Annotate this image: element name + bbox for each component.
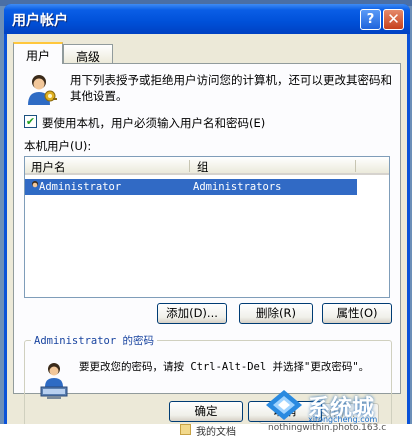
require-login-label[interactable]: 要使用本机，用户必须输入用户名和密码(E)	[42, 115, 265, 131]
tab-advanced[interactable]: 高级	[63, 44, 113, 64]
close-button[interactable]: ✕	[383, 9, 404, 30]
folder-icon	[180, 424, 191, 435]
background-explorer-strip: 我的文档 nothingwithin.photo.163.c	[0, 423, 412, 436]
ok-button[interactable]: 确定	[169, 401, 243, 422]
window-title: 用户帐户	[12, 13, 68, 29]
watermark-url: xitongcheng.com	[308, 415, 378, 424]
cell-username: Administrator	[39, 181, 122, 193]
users-listview[interactable]: 用户名 组 Administrator Administrators	[24, 156, 390, 298]
column-header-username[interactable]: 用户名	[31, 159, 66, 175]
background-item-label: 我的文档	[196, 427, 236, 436]
listview-header: 用户名 组	[25, 157, 389, 175]
background-url-text: nothingwithin.photo.163.c	[268, 423, 387, 433]
add-user-button[interactable]: 添加(D)...	[157, 303, 227, 324]
cell-group: Administrators	[193, 181, 282, 193]
user-accounts-dialog: 用户帐户 ? ✕ 用户 高级 用下列表授予或拒绝用户访问您的计算机，还可以更改其…	[4, 4, 410, 432]
users-list-caption: 本机用户(U):	[24, 139, 92, 153]
user-computer-icon	[40, 363, 68, 399]
title-bar[interactable]: 用户帐户 ? ✕	[4, 4, 410, 34]
users-tab-panel: 用下列表授予或拒绝用户访问您的计算机，还可以更改其密码和其他设置。 ✔ 要使用本…	[13, 63, 401, 432]
table-row[interactable]: Administrator Administrators	[25, 179, 357, 195]
properties-button[interactable]: 属性(O)	[322, 303, 392, 324]
intro-text: 用下列表授予或拒绝用户访问您的计算机，还可以更改其密码和其他设置。	[70, 73, 392, 103]
tab-users[interactable]: 用户	[13, 42, 63, 64]
site-watermark: 系统城 xitongcheng.com	[264, 388, 412, 424]
column-separator[interactable]	[355, 160, 356, 172]
watermark-logo-icon	[266, 390, 302, 420]
password-instructions: 要更改您的密码，请按 Ctrl-Alt-Del 并选择"更改密码"。	[79, 361, 370, 373]
dialog-client-area: 用户 高级 用下列表授予或拒绝用户访问您的计算机，还可以更改其密码和其他设置。 …	[7, 34, 407, 432]
help-button[interactable]: ?	[360, 9, 381, 30]
users-icon	[28, 75, 57, 105]
require-login-checkbox[interactable]: ✔	[24, 115, 37, 128]
column-separator[interactable]	[189, 160, 190, 172]
column-header-group[interactable]: 组	[197, 159, 209, 175]
password-group-legend: Administrator 的密码	[31, 333, 158, 348]
remove-user-button[interactable]: 删除(R)	[239, 303, 313, 324]
